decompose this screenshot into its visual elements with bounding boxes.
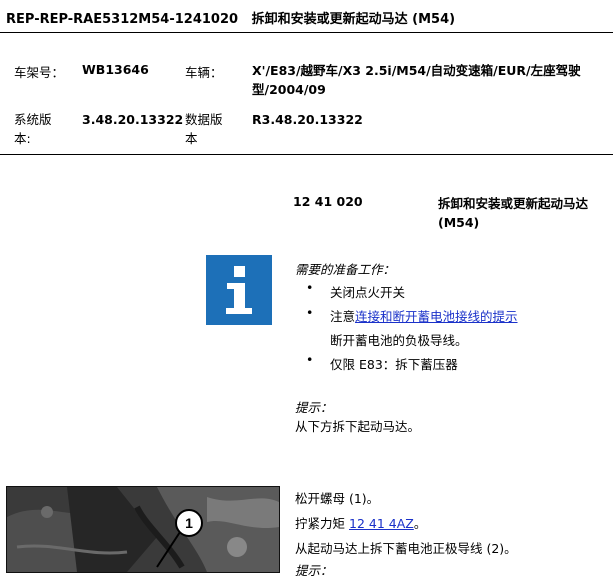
- procedure-title: 拆卸和安装或更新起动马达 (M54): [438, 194, 613, 232]
- header-divider: [0, 32, 613, 33]
- bullet-dot-icon: •: [306, 352, 314, 367]
- callout-number-1: 1: [185, 515, 193, 531]
- data-version-label: 数据版 本: [185, 110, 223, 148]
- starter-motor-photo: 1: [6, 486, 280, 573]
- document-id: REP-REP-RAE5312M54-1241020: [6, 12, 239, 27]
- note-text: 从下方拆下起动马达。: [295, 419, 421, 434]
- procedure-code: 12 41 020: [293, 194, 363, 209]
- bullet-dot-icon: •: [306, 280, 314, 295]
- vehicle-value-line-2: 型/2004/09: [252, 82, 326, 97]
- preparation-bullet-2-continuation: 断开蓄电池的负极导线。: [330, 333, 468, 348]
- torque-spec-link[interactable]: 12 41 4AZ: [349, 516, 414, 531]
- photo-graphic: 1: [7, 487, 279, 572]
- bullet-dot-icon: •: [306, 305, 314, 320]
- meta-divider: [0, 154, 613, 155]
- info-icon-glyph: [226, 266, 252, 314]
- vin-label: 车架号：: [14, 65, 65, 80]
- battery-connection-hint-link[interactable]: 连接和断开蓄电池接线的提示: [355, 309, 518, 324]
- preparation-bullet-2-prefix: 注意: [330, 309, 356, 324]
- vehicle-value-line-1: X'/E83/越野车/X3 2.5i/M54/自动变速箱/EUR/左座驾驶: [252, 63, 581, 78]
- step-4-note-heading: 提示：: [295, 563, 333, 578]
- procedure-title-line-2: (M54): [438, 215, 480, 230]
- step-2-suffix: 。: [413, 516, 427, 531]
- system-version-label: 系统版 本:: [14, 110, 52, 148]
- preparation-heading: 需要的准备工作：: [295, 262, 396, 277]
- system-version-label-line-2: 本:: [14, 131, 31, 146]
- vin-value: WB13646: [82, 62, 149, 77]
- vehicle-label: 车辆：: [185, 65, 223, 80]
- system-version-value: 3.48.20.13322: [82, 112, 184, 127]
- info-icon: [206, 255, 272, 325]
- system-version-label-line-1: 系统版: [14, 112, 52, 127]
- data-version-label-line-2: 本: [185, 131, 198, 146]
- preparation-bullet-1: 关闭点火开关: [330, 285, 406, 300]
- preparation-bullet-3: 仅限 E83：拆下蓄压器: [330, 357, 458, 372]
- document-title-bar: REP-REP-RAE5312M54-1241020 拆卸和安装或更新起动马达 …: [6, 8, 455, 27]
- procedure-title-line-1: 拆卸和安装或更新起动马达: [438, 196, 589, 211]
- data-version-value: R3.48.20.13322: [252, 112, 363, 127]
- step-3: 从起动马达上拆下蓄电池正极导线 (2)。: [295, 541, 517, 556]
- data-version-label-line-1: 数据版: [185, 112, 223, 127]
- vehicle-value: X'/E83/越野车/X3 2.5i/M54/自动变速箱/EUR/左座驾驶 型/…: [252, 61, 607, 99]
- preparation-bullet-2: 注意连接和断开蓄电池接线的提示: [330, 306, 518, 325]
- document-title: 拆卸和安装或更新起动马达 (M54): [251, 12, 456, 27]
- step-2-prefix: 拧紧力矩: [295, 516, 346, 531]
- note-heading: 提示：: [295, 400, 333, 415]
- step-2: 拧紧力矩 12 41 4AZ。: [295, 513, 426, 532]
- step-1: 松开螺母 (1)。: [295, 491, 380, 506]
